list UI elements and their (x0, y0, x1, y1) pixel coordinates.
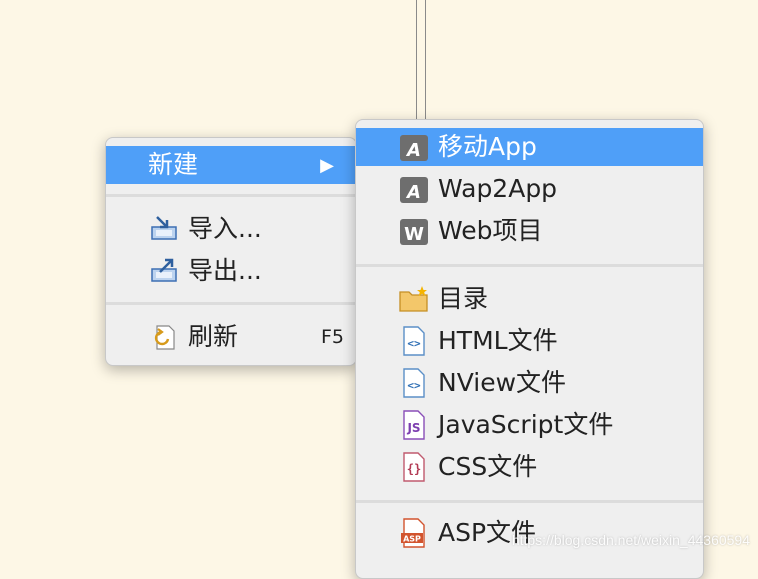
new-submenu: A 移动App A Wap2App W Web项目 目录 <> HTML文件 <… (355, 119, 704, 579)
menu-item-import[interactable]: 导入... (106, 210, 356, 248)
svg-text:<>: <> (407, 337, 421, 350)
submenu-item-javascript-file[interactable]: JS JavaScript文件 (356, 406, 703, 444)
menu-item-new-label: 新建 (148, 150, 199, 179)
menu-item-refresh-label: 刷新 (188, 322, 239, 351)
submenu-item-nview-file[interactable]: <> NView文件 (356, 364, 703, 402)
web-project-icon: W (398, 215, 430, 247)
submenu-item-wap2app-label: Wap2App (438, 174, 558, 203)
menu-item-export[interactable]: 导出... (106, 252, 356, 290)
submenu-arrow-icon: ▶ (320, 154, 334, 176)
svg-text:{}: {} (407, 462, 421, 476)
menu-separator (106, 302, 356, 305)
svg-text:A: A (405, 140, 421, 161)
menu-item-new[interactable]: 新建 ▶ (106, 146, 356, 184)
refresh-icon (148, 321, 180, 353)
submenu-item-nview-file-label: NView文件 (438, 368, 567, 397)
svg-text:JS: JS (406, 421, 420, 435)
background-divider-line-right (425, 0, 426, 120)
menu-item-refresh[interactable]: 刷新 F5 (106, 318, 356, 356)
submenu-item-html-file-label: HTML文件 (438, 326, 558, 355)
css-file-icon: {} (398, 451, 430, 483)
refresh-shortcut: F5 (320, 326, 344, 348)
menu-item-import-label: 导入... (188, 214, 262, 243)
submenu-item-folder[interactable]: 目录 (356, 280, 703, 318)
watermark: https://blog.csdn.net/weixin_44360594 (511, 532, 750, 548)
submenu-item-wap2app[interactable]: A Wap2App (356, 170, 703, 208)
submenu-item-web-project[interactable]: W Web项目 (356, 212, 703, 250)
submenu-item-html-file[interactable]: <> HTML文件 (356, 322, 703, 360)
hbuilder-app-icon: A (398, 173, 430, 205)
background-divider-line-left (416, 0, 417, 120)
submenu-item-mobile-app[interactable]: A 移动App (356, 128, 703, 166)
submenu-item-css-file-label: CSS文件 (438, 452, 538, 481)
submenu-item-css-file[interactable]: {} CSS文件 (356, 448, 703, 486)
context-menu: 新建 ▶ 导入... 导出... 刷新 F5 (105, 137, 357, 366)
submenu-item-mobile-app-label: 移动App (438, 132, 537, 161)
svg-text:ASP: ASP (403, 535, 421, 544)
svg-text:W: W (404, 224, 424, 245)
svg-text:<>: <> (407, 379, 421, 392)
js-file-icon: JS (398, 409, 430, 441)
submenu-item-javascript-file-label: JavaScript文件 (438, 410, 614, 439)
svg-text:A: A (405, 182, 421, 203)
new-folder-icon (398, 283, 430, 315)
menu-separator (106, 194, 356, 197)
submenu-item-folder-label: 目录 (438, 284, 489, 313)
submenu-item-web-project-label: Web项目 (438, 216, 543, 245)
menu-item-export-label: 导出... (188, 256, 262, 285)
html-file-icon: <> (398, 325, 430, 357)
submenu-separator (356, 500, 703, 503)
hbuilder-app-icon: A (398, 131, 430, 163)
submenu-separator (356, 264, 703, 267)
export-icon (148, 255, 180, 287)
asp-file-icon: ASP (398, 517, 430, 549)
import-icon (148, 213, 180, 245)
nview-file-icon: <> (398, 367, 430, 399)
